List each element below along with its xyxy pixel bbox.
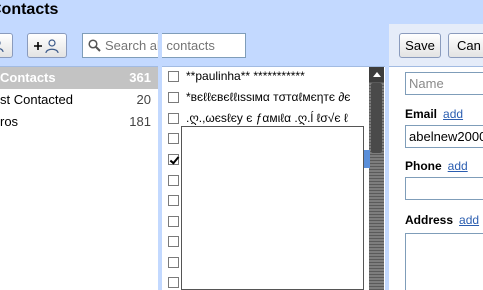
group-item-contacts[interactable]: Contacts 361 <box>0 67 158 89</box>
contact-checkbox[interactable] <box>168 216 179 227</box>
email-field[interactable]: abelnew2000 <box>405 125 483 148</box>
email-add-link[interactable]: add <box>443 107 463 121</box>
address-label-text: Address <box>405 213 454 227</box>
contact-checkbox[interactable] <box>168 175 179 186</box>
contact-name: *вєℓℓєвєℓℓιѕѕιмα тσтαℓмєηтє ∂є <box>186 90 351 104</box>
phone-label-text: Phone <box>405 159 442 173</box>
group-label: Contacts <box>0 70 56 85</box>
group-item-most-contacted[interactable]: st Contacted 20 <box>0 89 158 111</box>
contacts-list: **paulinha** *********** *вєℓℓєвєℓℓιѕѕιм… <box>162 67 384 290</box>
table-row[interactable]: *вєℓℓєвєℓℓιѕѕιмα тσтαℓмєηтє ∂є <box>162 88 368 108</box>
contact-detail-form: Name Email add abelnew2000 Phone add Addre… <box>389 67 483 290</box>
save-button[interactable]: Save <box>399 33 441 58</box>
add-person-icon <box>34 39 59 54</box>
contacts-toolbar: Search all contacts <box>0 24 385 67</box>
scroll-up-arrow-icon[interactable] <box>369 67 384 82</box>
contact-checkbox[interactable] <box>168 71 179 82</box>
contact-name: **paulinha** *********** <box>186 69 305 83</box>
contact-checkbox[interactable] <box>168 154 179 165</box>
title-bar: Contacts <box>0 0 483 24</box>
group-count: 361 <box>129 70 151 85</box>
contact-checkbox[interactable] <box>168 236 179 247</box>
contact-name: .ღ.,ωєѕℓєу є ƒαмιℓα .ღ.ĺ ℓσ√є ℓ <box>186 111 348 125</box>
detail-toolbar: Save Can <box>389 24 483 67</box>
email-label: Email add <box>405 107 463 121</box>
group-label: st Contacted <box>0 92 73 107</box>
phone-label: Phone add <box>405 159 468 173</box>
group-label: ros <box>0 114 19 129</box>
group-count: 181 <box>129 114 151 129</box>
search-input[interactable]: Search all contacts <box>82 33 246 58</box>
contact-checkbox[interactable] <box>168 195 179 206</box>
selected-row-marker <box>364 150 370 168</box>
group-item-others[interactable]: ros 181 <box>0 111 158 133</box>
contact-button[interactable] <box>0 33 13 58</box>
contact-checkbox[interactable] <box>168 92 179 103</box>
address-label: Address add <box>405 213 479 227</box>
contact-checkbox[interactable] <box>168 257 179 268</box>
address-add-link[interactable]: add <box>459 213 479 227</box>
blank-popup <box>181 126 364 290</box>
scroll-thumb[interactable] <box>371 83 382 153</box>
contact-checkbox[interactable] <box>168 133 179 144</box>
contacts-scrollbar[interactable] <box>369 67 384 290</box>
cancel-button[interactable]: Can <box>448 33 483 58</box>
page-title: Contacts <box>0 1 59 18</box>
phone-add-link[interactable]: add <box>448 159 468 173</box>
name-field[interactable]: Name <box>405 72 483 95</box>
group-count: 20 <box>136 92 151 107</box>
address-field[interactable] <box>405 233 483 290</box>
groups-list: Contacts 361 st Contacted 20 ros 181 <box>0 67 158 290</box>
person-icon <box>0 41 4 53</box>
contact-checkbox[interactable] <box>168 113 179 124</box>
add-contact-button[interactable] <box>27 33 67 58</box>
email-label-text: Email <box>405 107 438 121</box>
phone-field[interactable] <box>405 177 483 200</box>
contact-checkbox[interactable] <box>168 277 179 288</box>
table-row[interactable]: **paulinha** *********** <box>162 67 368 87</box>
search-icon <box>88 39 101 52</box>
